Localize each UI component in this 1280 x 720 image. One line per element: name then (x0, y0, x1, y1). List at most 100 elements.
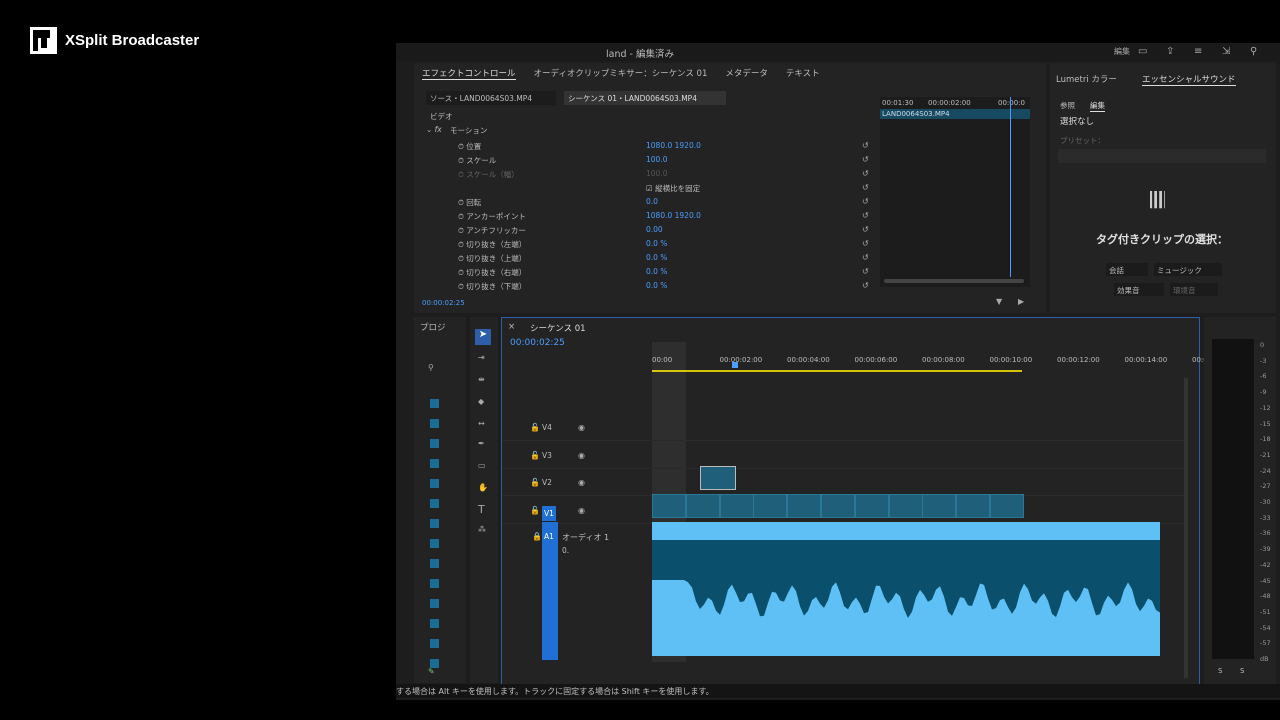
expand-icon[interactable]: ⇲ (1222, 46, 1230, 57)
reset-icon[interactable]: ↺ (862, 267, 869, 276)
play-only-icon[interactable]: ▶ (1018, 297, 1024, 306)
razor-tool-icon[interactable]: ◆ (478, 397, 484, 406)
project-item-swatch[interactable] (430, 399, 439, 408)
property-row[interactable]: ⏱ スケール（幅） 100.0 ↺ (414, 167, 874, 181)
project-item-swatch[interactable] (430, 519, 439, 528)
v2-clip[interactable] (700, 466, 736, 490)
type-tool-icon[interactable]: T (478, 503, 485, 516)
v1-clip[interactable] (719, 494, 754, 518)
a1-label[interactable]: A1 (544, 532, 554, 541)
subtab-edit[interactable]: 編集 (1090, 100, 1105, 112)
track-select-tool-icon[interactable]: ⇥ (478, 353, 485, 362)
reset-icon[interactable]: ↺ (862, 253, 869, 262)
project-item-swatch[interactable] (430, 579, 439, 588)
property-row[interactable]: ⏱ 切り抜き（下端） 0.0 % ↺ (414, 279, 874, 293)
v1-clip[interactable] (821, 494, 855, 518)
track-label[interactable]: V4 (542, 423, 552, 432)
property-row[interactable]: ⏱ アンチフリッカー 0.00 ↺ (414, 223, 874, 237)
project-tab[interactable]: プロジ (420, 321, 446, 333)
track-lock-icon[interactable]: 🔓 (530, 451, 540, 460)
track-lock-icon[interactable]: 🔓 (530, 506, 540, 515)
property-value[interactable]: 0.00 (646, 225, 663, 234)
workspace-label[interactable]: 編集 (1114, 46, 1130, 57)
v1-clip[interactable] (956, 494, 991, 518)
property-row[interactable]: ⏱ 回転 0.0 ↺ (414, 195, 874, 209)
property-value[interactable]: 0.0 (646, 197, 658, 206)
v1-clip[interactable] (854, 494, 889, 518)
tab-lumetri[interactable]: Lumetri カラー (1056, 73, 1117, 85)
source-tab[interactable]: ソース・LAND0064S03.MP4 (426, 91, 556, 105)
subtab-browse[interactable]: 参照 (1060, 100, 1075, 111)
eye-icon[interactable]: ◉ (578, 423, 585, 432)
eye-icon[interactable]: ◉ (578, 451, 585, 460)
panel-icon[interactable]: ▭ (1138, 46, 1147, 57)
property-value[interactable]: 0.0 % (646, 267, 667, 276)
property-row[interactable]: ⏱ 位置 1080.0 1920.0 ↺ (414, 139, 874, 153)
v1-clip[interactable] (753, 494, 788, 518)
reset-icon[interactable]: ↺ (862, 211, 869, 220)
solo-left[interactable]: S (1218, 667, 1222, 675)
project-item-swatch[interactable] (430, 619, 439, 628)
property-row[interactable]: ☑ 縦横比を固定 ↺ (414, 181, 874, 195)
tab-metadata[interactable]: メタデータ (725, 67, 768, 80)
reset-icon[interactable]: ↺ (862, 141, 869, 150)
project-item-swatch[interactable] (430, 459, 439, 468)
a1-target[interactable] (542, 522, 558, 660)
v1-clip[interactable] (922, 494, 957, 518)
music-button[interactable]: ミュージック (1154, 263, 1222, 276)
property-value[interactable]: 100.0 (646, 155, 667, 164)
reset-icon[interactable]: ↺ (862, 155, 869, 164)
project-item-swatch[interactable] (430, 559, 439, 568)
timeline-close-icon[interactable]: × (508, 322, 515, 332)
reset-icon[interactable]: ↺ (862, 169, 869, 178)
mini-clip[interactable]: LAND0064S03.MP4 (880, 109, 1030, 119)
timeline-timecode[interactable]: 00:00:02:25 (510, 338, 565, 348)
v1-clip[interactable] (787, 494, 822, 518)
tab-audio-mixer[interactable]: オーディオクリップミキサー：シーケンス 01 (534, 67, 708, 80)
playhead-handle[interactable] (732, 362, 738, 368)
pencil-icon[interactable]: ✎ (428, 667, 435, 676)
reset-icon[interactable]: ↺ (862, 225, 869, 234)
track-label[interactable]: V3 (542, 451, 552, 460)
property-value[interactable]: 1080.0 1920.0 (646, 141, 701, 150)
property-row[interactable]: ⏱ 切り抜き（上端） 0.0 % ↺ (414, 251, 874, 265)
reset-icon[interactable]: ↺ (862, 239, 869, 248)
work-area-bar[interactable] (652, 370, 1022, 372)
list-icon[interactable]: ≡ (1194, 46, 1202, 57)
property-value[interactable]: 0.0 % (646, 281, 667, 290)
v1-clip[interactable] (652, 494, 686, 518)
ambience-button[interactable]: 環境音 (1170, 283, 1218, 296)
track-label[interactable]: V1 (542, 505, 556, 521)
sequence-tab[interactable]: シーケンス 01・LAND0064S03.MP4 (564, 91, 726, 105)
dialogue-button[interactable]: 会話 (1106, 263, 1148, 276)
current-timecode[interactable]: 00:00:02:25 (422, 299, 465, 307)
project-item-swatch[interactable] (430, 539, 439, 548)
property-value[interactable]: 1080.0 1920.0 (646, 211, 701, 220)
project-item-swatch[interactable] (430, 499, 439, 508)
audio-volume[interactable]: 0. (562, 546, 569, 555)
mini-scrollbar[interactable] (884, 279, 1024, 283)
track-lock-icon[interactable]: 🔓 (530, 423, 540, 432)
property-value[interactable]: 0.0 % (646, 239, 667, 248)
audio-lock-icon[interactable]: 🔒 (532, 532, 542, 541)
property-row[interactable]: ⏱ アンカーポイント 1080.0 1920.0 ↺ (414, 209, 874, 223)
property-row[interactable]: ⏱ スケール 100.0 ↺ (414, 153, 874, 167)
tab-essential-sound[interactable]: エッセンシャルサウンド (1142, 73, 1236, 86)
property-row[interactable]: ⏱ 切り抜き（右端） 0.0 % ↺ (414, 265, 874, 279)
project-item-swatch[interactable] (430, 439, 439, 448)
remix-tool-icon[interactable]: ⁂ (478, 525, 486, 534)
eye-icon[interactable]: ◉ (578, 478, 585, 487)
filter-icon[interactable]: ▼ (996, 297, 1002, 306)
sfx-button[interactable]: 効果音 (1114, 283, 1164, 296)
v1-clip[interactable] (685, 494, 720, 518)
track-lock-icon[interactable]: 🔓 (530, 478, 540, 487)
tab-effect-controls[interactable]: エフェクトコントロール (422, 67, 516, 80)
rectangle-tool-icon[interactable]: ▭ (478, 461, 486, 470)
mini-playhead[interactable] (1010, 97, 1011, 277)
project-item-swatch[interactable] (430, 599, 439, 608)
slip-tool-icon[interactable]: ↔ (478, 419, 485, 428)
property-value[interactable]: 100.0 (646, 169, 667, 178)
track-label[interactable]: V2 (542, 478, 552, 487)
hand-tool-icon[interactable]: ✋ (478, 483, 488, 492)
search-icon[interactable]: ⚲ (1250, 46, 1257, 57)
